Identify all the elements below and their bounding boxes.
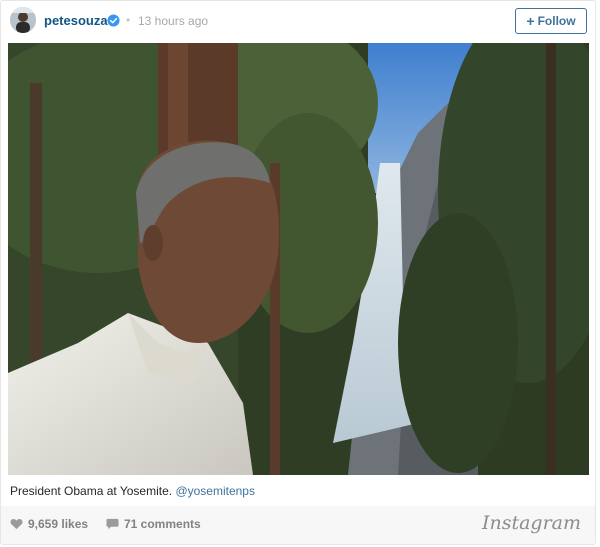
follow-button[interactable]: + Follow [515,8,587,34]
post-timestamp[interactable]: 13 hours ago [138,14,208,28]
post-photo[interactable] [8,43,589,475]
post-header: petesouza • 13 hours ago + Follow [1,1,595,43]
comments-label: 71 comments [124,517,201,531]
meta-separator: • [126,13,131,27]
instagram-embed-card: petesouza • 13 hours ago + Follow Presid… [0,0,596,545]
heart-icon [10,518,23,530]
verified-badge-icon [107,14,120,27]
likes-label: 9,659 likes [28,517,89,531]
follow-label: Follow [537,14,576,28]
avatar-image [10,7,36,33]
speech-bubble-icon [106,518,119,530]
post-caption: President Obama at Yosemite. @yosemitenp… [10,484,255,498]
user-avatar[interactable] [10,7,36,33]
follow-plus-icon: + [526,13,535,29]
likes-count[interactable]: 9,659 likes [10,517,88,531]
username-link[interactable]: petesouza [44,13,108,28]
comments-count[interactable]: 71 comments [106,517,201,531]
instagram-logo[interactable]: Instagram [482,512,581,534]
photo-image [8,43,589,475]
caption-text: President Obama at Yosemite. [10,484,176,498]
mention-link[interactable]: @yosemitenps [175,484,255,498]
post-footer: 9,659 likes 71 comments Instagram [1,506,595,544]
